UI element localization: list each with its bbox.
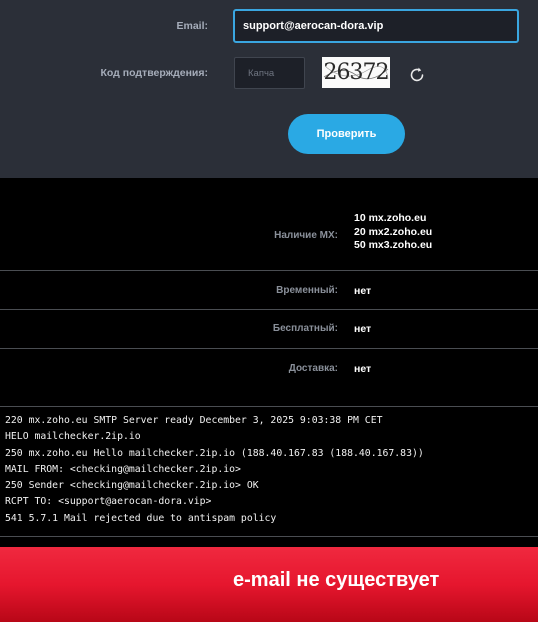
mx-records: 10 mx.zoho.eu 20 mx2.zoho.eu 50 mx3.zoho… <box>354 212 432 253</box>
log-line: 250 Sender <checking@mailchecker.2ip.io>… <box>5 480 259 492</box>
temporary-label: Временный: <box>276 285 338 296</box>
log-line: 541 5.7.1 Mail rejected due to antispam … <box>5 512 277 524</box>
check-button[interactable]: Проверить <box>288 114 405 154</box>
free-value: нет <box>354 323 372 335</box>
captcha-image: 26372 <box>322 57 390 88</box>
email-input[interactable] <box>233 9 519 43</box>
log-line: 220 mx.zoho.eu SMTP Server ready Decembe… <box>5 415 383 426</box>
mx-row: Наличие MX: 10 mx.zoho.eu 20 mx2.zoho.eu… <box>0 178 538 271</box>
delivery-label: Доставка: <box>288 363 338 374</box>
mx-label: Наличие MX: <box>274 230 338 241</box>
log-line: HELO mailchecker.2ip.io <box>5 431 141 443</box>
captcha-text: 26372 <box>323 60 390 85</box>
mx-record: 50 mx3.zoho.eu <box>354 239 433 251</box>
free-row: Бесплатный: нет <box>0 310 538 349</box>
verification-form: Email: Код подтверждения: 26372 Проверит… <box>0 0 538 178</box>
log-line: 250 mx.zoho.eu Hello mailchecker.2ip.io … <box>5 447 424 459</box>
mx-record: 10 mx.zoho.eu <box>354 212 427 224</box>
free-label: Бесплатный: <box>272 323 338 334</box>
temporary-value: нет <box>354 285 372 297</box>
delivery-value: нет <box>354 363 372 375</box>
temporary-row: Временный: нет <box>0 271 538 310</box>
smtp-log: 220 mx.zoho.eu SMTP Server ready Decembe… <box>0 406 538 537</box>
log-line: MAIL FROM: <checking@mailchecker.2ip.io> <box>5 463 241 475</box>
refresh-icon[interactable] <box>406 64 428 86</box>
result-banner-text: e-mail не существует <box>233 569 440 591</box>
email-label: Email: <box>176 20 208 32</box>
mx-record: 20 mx2.zoho.eu <box>354 225 433 238</box>
captcha-label: Код подтверждения: <box>100 67 209 79</box>
captcha-input[interactable] <box>234 57 305 89</box>
log-line: RCPT TO: <support@aerocan-dora.vip> <box>5 496 212 508</box>
result-banner: e-mail не существует <box>0 547 538 622</box>
delivery-row: Доставка: нет <box>0 349 538 406</box>
